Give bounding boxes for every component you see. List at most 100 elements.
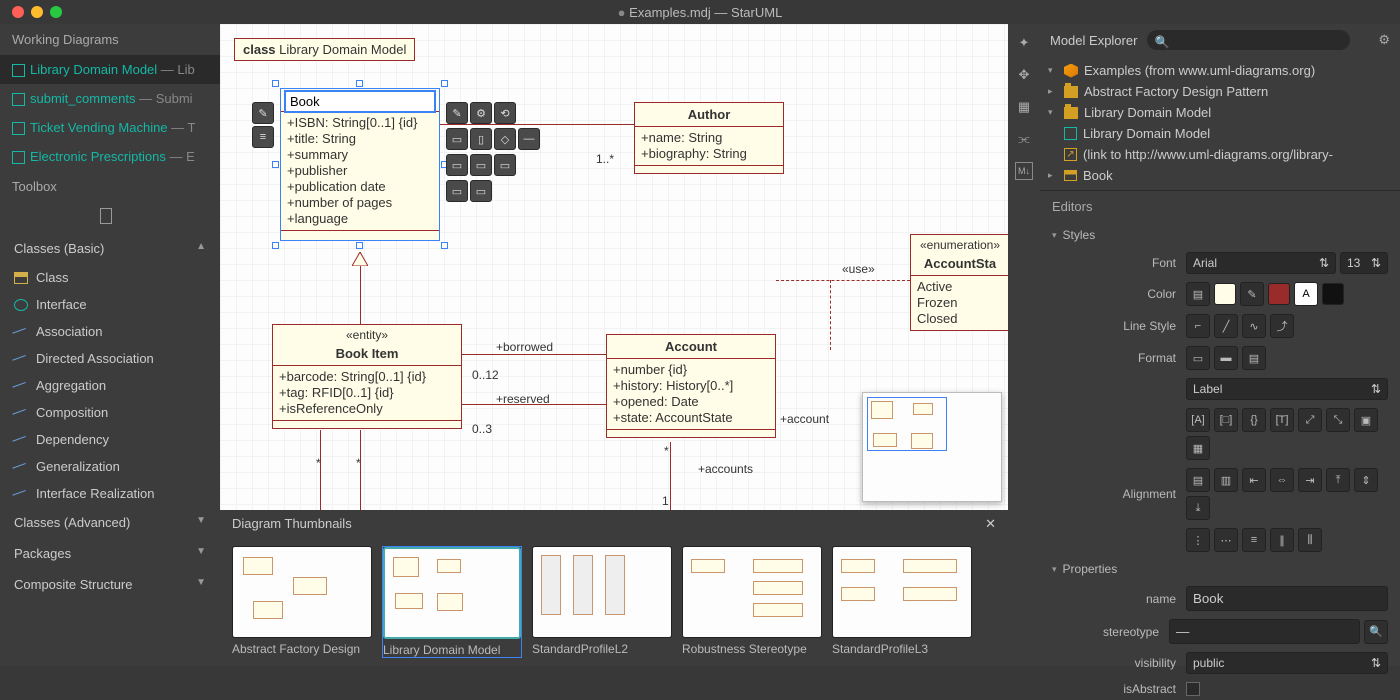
format-option-button[interactable]: ▦ bbox=[1186, 436, 1210, 460]
quick-rel-button[interactable]: ▭ bbox=[446, 180, 468, 202]
thumbnail[interactable]: Abstract Factory Design bbox=[232, 546, 372, 658]
gear-icon[interactable]: ⚙ bbox=[1378, 32, 1390, 48]
format-button[interactable]: ▤ bbox=[1242, 346, 1266, 370]
close-icon[interactable]: ✕ bbox=[985, 516, 996, 532]
font-size-stepper[interactable]: 13⇅ bbox=[1340, 252, 1388, 274]
quick-settings-button[interactable]: ⚙ bbox=[470, 102, 492, 124]
line-color-tool-icon[interactable]: ✎ bbox=[1240, 282, 1264, 306]
quick-rel-button[interactable]: ▭ bbox=[470, 154, 492, 176]
tree-node-link[interactable]: ↗(link to http://www.uml-diagrams.org/li… bbox=[1048, 144, 1392, 165]
minimap-viewport[interactable] bbox=[867, 397, 947, 451]
tool-composition[interactable]: Composition bbox=[0, 399, 220, 426]
align-center-button[interactable]: ⇔ bbox=[1270, 468, 1294, 492]
grid-icon[interactable]: ▦ bbox=[1015, 98, 1033, 116]
align-button[interactable]: ▥ bbox=[1214, 468, 1238, 492]
prop-stereotype-input[interactable] bbox=[1169, 619, 1360, 644]
format-option-button[interactable]: ▣ bbox=[1354, 408, 1378, 432]
toolbox-category[interactable]: Classes (Basic) ▲ bbox=[0, 233, 220, 264]
model-search-input[interactable] bbox=[1147, 30, 1350, 50]
tool-interface-realization[interactable]: Interface Realization bbox=[0, 480, 220, 507]
tree-node-class[interactable]: ▸Book bbox=[1048, 165, 1392, 186]
format-option-button[interactable]: [A] bbox=[1186, 408, 1210, 432]
prop-isabstract-checkbox[interactable] bbox=[1186, 682, 1200, 696]
label-visibility-dropdown[interactable]: Label⇅ bbox=[1186, 378, 1388, 400]
tree-node-root[interactable]: ▾Examples (from www.uml-diagrams.org) bbox=[1048, 60, 1392, 81]
zoom-window-icon[interactable] bbox=[50, 6, 62, 18]
stereotype-browse-button[interactable]: 🔍 bbox=[1364, 620, 1388, 644]
format-option-button[interactable]: [□] bbox=[1214, 408, 1238, 432]
uml-class-account[interactable]: Account +number {id} +history: History[0… bbox=[606, 334, 776, 438]
prop-visibility-dropdown[interactable]: public⇅ bbox=[1186, 652, 1388, 674]
distribute-button[interactable]: ⋯ bbox=[1214, 528, 1238, 552]
quick-rel-button[interactable]: ◇ bbox=[494, 128, 516, 150]
properties-section-header[interactable]: ▾Properties bbox=[1040, 556, 1400, 582]
thumbnail[interactable]: StandardProfileL3 bbox=[832, 546, 972, 658]
align-right-button[interactable]: ⇥ bbox=[1298, 468, 1322, 492]
uml-enum-accountstate[interactable]: «enumeration» AccountSta Active Frozen C… bbox=[910, 234, 1008, 331]
distribute-button[interactable]: ⫼ bbox=[1298, 528, 1322, 552]
distribute-button[interactable]: ∥ bbox=[1270, 528, 1294, 552]
quick-add-attribute-button[interactable]: ✎ bbox=[252, 102, 274, 124]
uml-class-bookitem[interactable]: «entity» Book Item +barcode: String[0..1… bbox=[272, 324, 462, 429]
tool-dependency[interactable]: Dependency bbox=[0, 426, 220, 453]
format-option-button[interactable]: {} bbox=[1242, 408, 1266, 432]
fill-color-swatch[interactable] bbox=[1214, 283, 1236, 305]
font-family-dropdown[interactable]: Arial⇅ bbox=[1186, 252, 1336, 274]
toolbox-category[interactable]: Composite Structure▼ bbox=[0, 569, 220, 600]
working-diagram-item[interactable]: submit_comments — Submi bbox=[0, 84, 220, 113]
tree-node-package[interactable]: ▸Abstract Factory Design Pattern bbox=[1048, 81, 1392, 102]
toolbox-category[interactable]: Packages▼ bbox=[0, 538, 220, 569]
line-color-swatch[interactable] bbox=[1268, 283, 1290, 305]
format-button[interactable]: ▭ bbox=[1186, 346, 1210, 370]
format-button[interactable]: ▬ bbox=[1214, 346, 1238, 370]
align-bottom-button[interactable]: ⤓ bbox=[1186, 496, 1210, 520]
quick-link-button[interactable]: ⟲ bbox=[494, 102, 516, 124]
extensions-icon[interactable]: ✦ bbox=[1015, 34, 1033, 52]
text-color-swatch[interactable] bbox=[1322, 283, 1344, 305]
tool-generalization[interactable]: Generalization bbox=[0, 453, 220, 480]
quick-rel-button[interactable]: ▭ bbox=[446, 154, 468, 176]
text-color-tool-icon[interactable]: A bbox=[1294, 282, 1318, 306]
minimize-window-icon[interactable] bbox=[31, 6, 43, 18]
navigate-icon[interactable]: ✥ bbox=[1015, 66, 1033, 84]
working-diagram-item[interactable]: Ticket Vending Machine — T bbox=[0, 113, 220, 142]
tool-aggregation[interactable]: Aggregation bbox=[0, 372, 220, 399]
quick-rel-button[interactable]: ▭ bbox=[494, 154, 516, 176]
close-window-icon[interactable] bbox=[12, 6, 24, 18]
markdown-icon[interactable]: M↓ bbox=[1015, 162, 1033, 180]
linestyle-rect-button[interactable]: ⌐ bbox=[1186, 314, 1210, 338]
align-button[interactable]: ▤ bbox=[1186, 468, 1210, 492]
prop-name-input[interactable] bbox=[1186, 586, 1388, 611]
thumbnail[interactable]: StandardProfileL2 bbox=[532, 546, 672, 658]
quick-rel-button[interactable]: ▯ bbox=[470, 128, 492, 150]
distribute-button[interactable]: ⋮ bbox=[1186, 528, 1210, 552]
quick-add-operation-button[interactable]: ≡ bbox=[252, 126, 274, 148]
format-option-button[interactable]: ⤡ bbox=[1326, 408, 1350, 432]
distribute-button[interactable]: ≡ bbox=[1242, 528, 1266, 552]
cursor-tool[interactable] bbox=[0, 202, 220, 233]
align-middle-button[interactable]: ⇕ bbox=[1354, 468, 1378, 492]
working-diagram-item[interactable]: Electronic Prescriptions — E bbox=[0, 142, 220, 171]
toolbox-category[interactable]: Classes (Advanced)▼ bbox=[0, 507, 220, 538]
minimap[interactable] bbox=[862, 392, 1002, 502]
format-option-button[interactable]: [T] bbox=[1270, 408, 1294, 432]
quick-rel-button[interactable]: ▭ bbox=[446, 128, 468, 150]
align-top-button[interactable]: ⤒ bbox=[1326, 468, 1350, 492]
quick-rel-button[interactable]: ▭ bbox=[470, 180, 492, 202]
thumbnail[interactable]: Robustness Stereotype bbox=[682, 546, 822, 658]
quick-edit-button[interactable]: ✎ bbox=[446, 102, 468, 124]
share-icon[interactable]: ⫘ bbox=[1015, 130, 1033, 148]
tree-node-diagram[interactable]: Library Domain Model bbox=[1048, 123, 1392, 144]
uml-class-author[interactable]: Author +name: String +biography: String bbox=[634, 102, 784, 174]
thumbnail[interactable]: Library Domain Model bbox=[382, 546, 522, 658]
tool-association[interactable]: Association bbox=[0, 318, 220, 345]
linestyle-oblique-button[interactable]: ╱ bbox=[1214, 314, 1238, 338]
format-option-button[interactable]: ⤢ bbox=[1298, 408, 1322, 432]
styles-section-header[interactable]: ▾Styles bbox=[1040, 222, 1400, 248]
tool-class[interactable]: Class bbox=[0, 264, 220, 291]
tool-directed-association[interactable]: Directed Association bbox=[0, 345, 220, 372]
fill-color-tool-icon[interactable]: ▤ bbox=[1186, 282, 1210, 306]
tree-node-package[interactable]: ▾Library Domain Model bbox=[1048, 102, 1392, 123]
quick-rel-button[interactable]: — bbox=[518, 128, 540, 150]
tool-interface[interactable]: Interface bbox=[0, 291, 220, 318]
